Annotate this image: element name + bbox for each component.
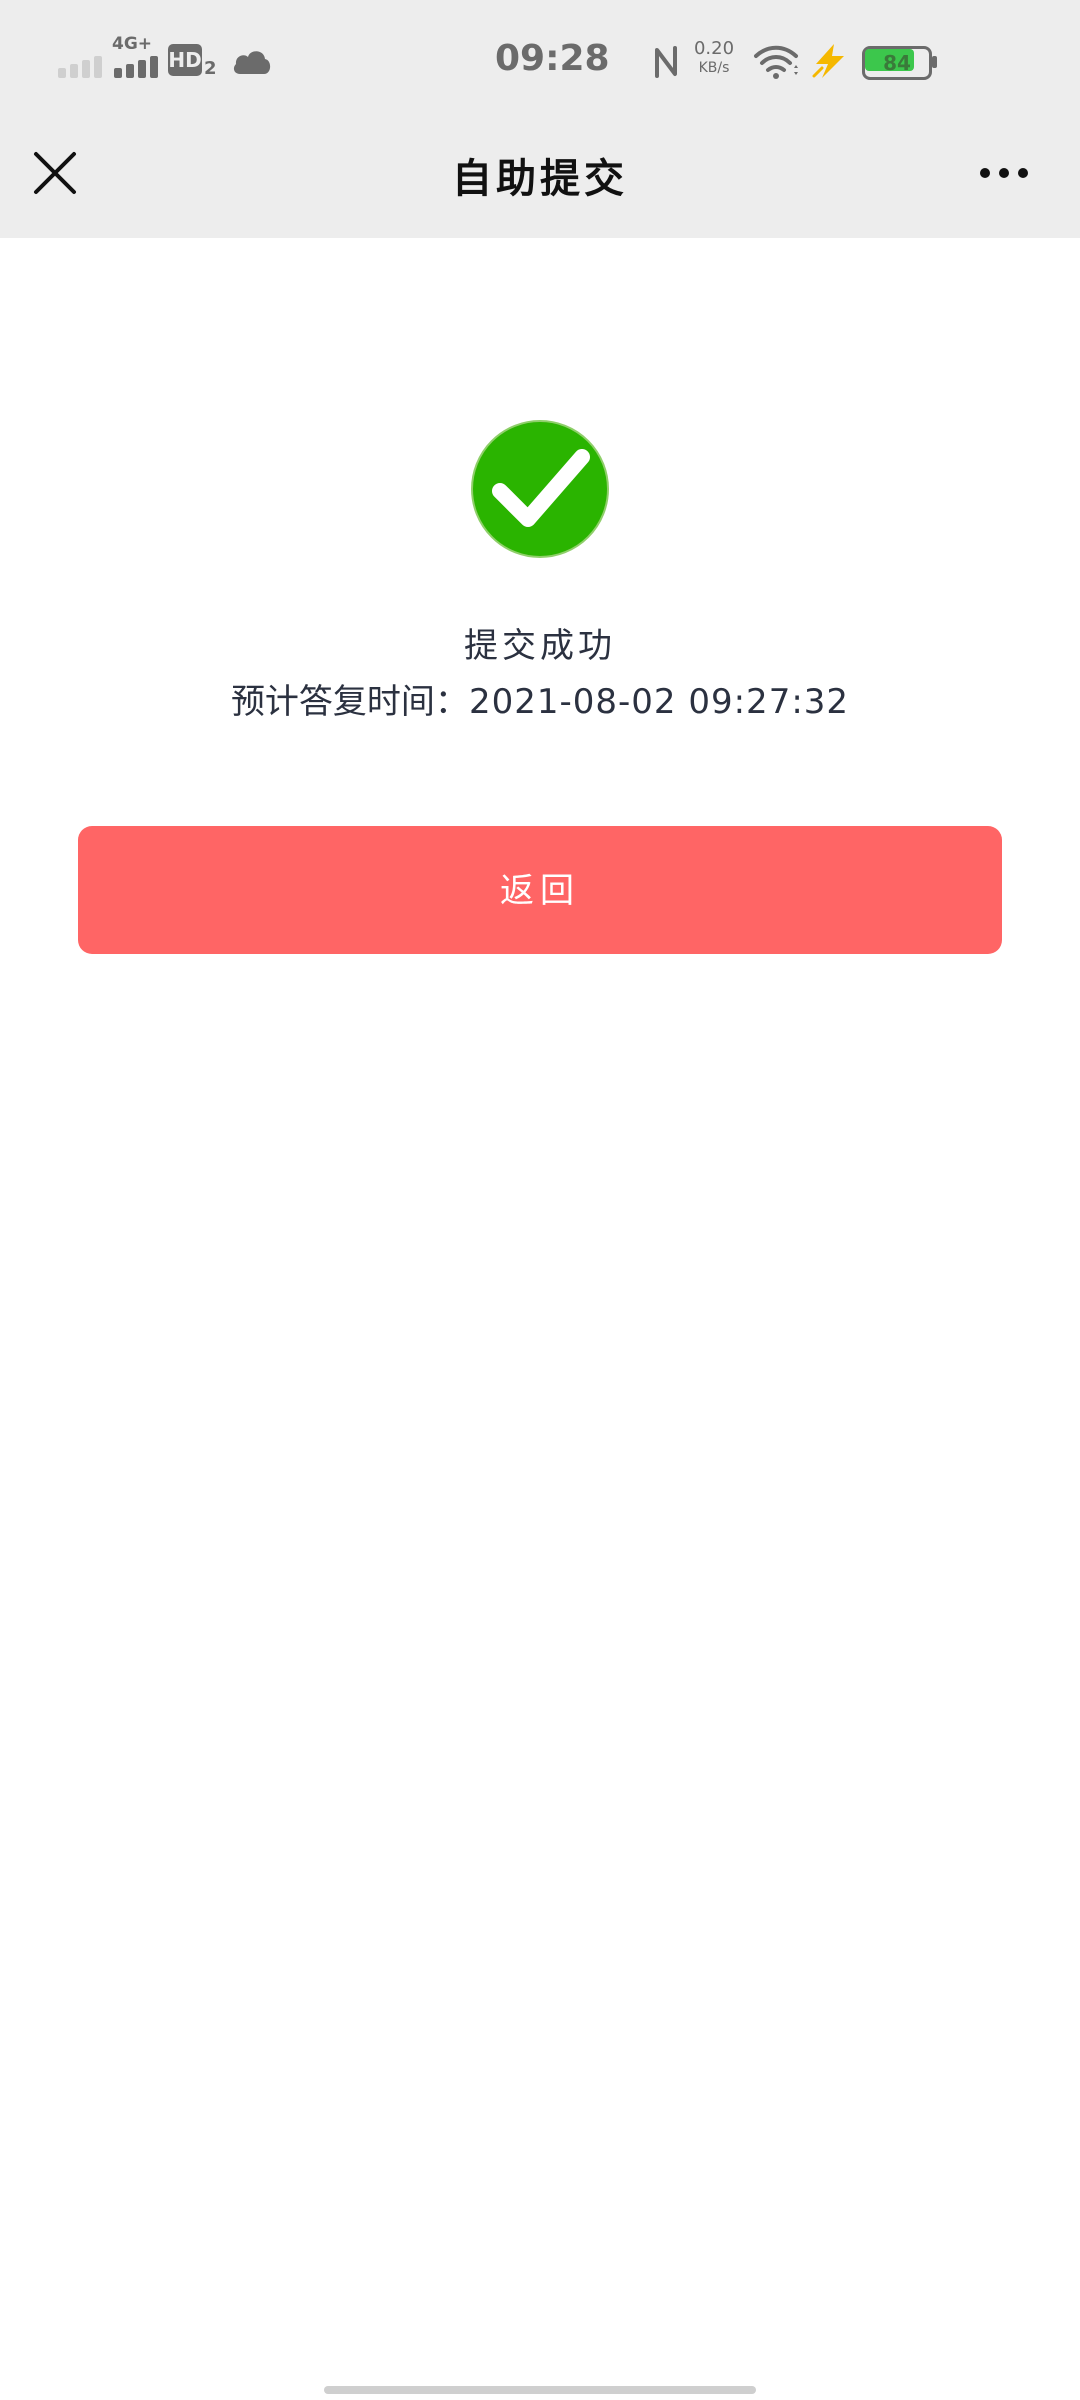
battery-icon: 84	[862, 46, 937, 80]
speed-value: 0.20	[693, 38, 735, 59]
clock: 09:28	[495, 38, 610, 79]
signal-icon	[58, 50, 158, 78]
hd-label: HD	[168, 44, 202, 76]
nav-bar: 自助提交	[0, 124, 1080, 238]
battery-tip	[932, 56, 937, 68]
reply-time-value: 2021-08-02 09:27:32	[468, 682, 850, 722]
status-bar: 4G+ HD 2 09:28 0.20 KB/s 84	[0, 0, 1080, 124]
speed-unit: KB/s	[698, 60, 730, 76]
network-type-label: 4G+	[112, 34, 153, 54]
page-title: 自助提交	[452, 155, 628, 202]
wifi-icon	[754, 45, 798, 79]
home-indicator[interactable]	[324, 2386, 756, 2394]
more-icon[interactable]	[974, 156, 1034, 190]
battery-level-text: 84	[883, 51, 911, 75]
reply-time: 预计答复时间：2021-08-02 09:27:32	[0, 674, 1080, 723]
nfc-icon	[655, 46, 677, 78]
hd-sub-label: 2	[204, 58, 217, 79]
cloud-icon	[233, 51, 271, 74]
hd-icon: HD 2	[168, 44, 217, 79]
back-button[interactable]: 返回	[78, 826, 1002, 954]
reply-time-label: 预计答复时间：	[230, 682, 469, 722]
charging-icon	[812, 44, 844, 78]
network-speed: 0.20 KB/s	[692, 38, 736, 76]
close-icon[interactable]	[28, 146, 82, 200]
success-title: 提交成功	[464, 626, 616, 666]
check-circle-icon	[471, 420, 609, 558]
